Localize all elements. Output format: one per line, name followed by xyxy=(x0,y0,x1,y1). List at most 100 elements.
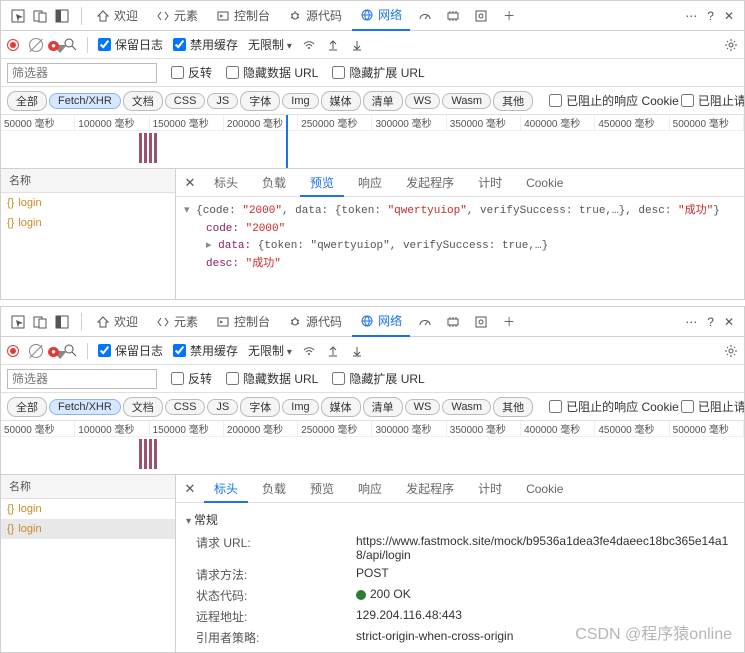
close-details-icon[interactable]: ✕ xyxy=(180,481,200,497)
tab-sources[interactable]: 源代码 xyxy=(280,307,350,337)
request-item[interactable]: {}login xyxy=(1,499,175,519)
tab-headers[interactable]: 标头 xyxy=(204,475,248,503)
clear-icon[interactable] xyxy=(29,38,43,52)
type-img[interactable]: Img xyxy=(282,93,318,109)
timeline-overview[interactable]: 50000 毫秒 100000 毫秒 150000 毫秒 200000 毫秒 2… xyxy=(1,421,744,475)
preserve-log-checkbox[interactable]: 保留日志 xyxy=(98,36,163,53)
type-js[interactable]: JS xyxy=(207,399,238,415)
preserve-log-checkbox[interactable]: 保留日志 xyxy=(98,342,163,359)
tab-initiator[interactable]: 发起程序 xyxy=(396,475,464,503)
tab-console[interactable]: 控制台 xyxy=(208,307,278,337)
type-wasm[interactable]: Wasm xyxy=(442,399,491,415)
request-item[interactable]: {}login xyxy=(1,193,175,213)
tab-welcome[interactable]: 欢迎 xyxy=(88,1,146,31)
type-all[interactable]: 全部 xyxy=(7,91,47,111)
tab-preview[interactable]: 预览 xyxy=(300,169,344,197)
type-manifest[interactable]: 清单 xyxy=(363,397,403,417)
plus-icon[interactable]: ＋ xyxy=(502,315,516,329)
close-icon[interactable]: ✕ xyxy=(724,9,734,23)
more-icon[interactable]: ⋯ xyxy=(685,315,697,329)
tab-cookies[interactable]: Cookie xyxy=(516,169,573,197)
blocked-req-checkbox[interactable]: 已阻止请求 xyxy=(681,398,744,415)
tab-payload[interactable]: 负载 xyxy=(252,169,296,197)
inspect-icon[interactable] xyxy=(11,9,25,23)
type-doc[interactable]: 文档 xyxy=(123,91,163,111)
hide-data-url-checkbox[interactable]: 隐藏数据 URL xyxy=(226,64,318,81)
invert-checkbox[interactable]: 反转 xyxy=(171,64,212,81)
tab-headers[interactable]: 标头 xyxy=(204,169,248,197)
performance-icon[interactable] xyxy=(418,9,432,23)
type-all[interactable]: 全部 xyxy=(7,397,47,417)
download-icon[interactable] xyxy=(350,344,364,358)
inspect-icon[interactable] xyxy=(11,315,25,329)
tab-cookies[interactable]: Cookie xyxy=(516,475,573,503)
tab-network[interactable]: 网络 xyxy=(352,307,410,337)
more-icon[interactable]: ⋯ xyxy=(685,9,697,23)
tab-response[interactable]: 响应 xyxy=(348,169,392,197)
dock-icon[interactable] xyxy=(55,315,69,329)
blocked-req-checkbox[interactable]: 已阻止请求 xyxy=(681,92,744,109)
type-css[interactable]: CSS xyxy=(165,93,206,109)
type-ws[interactable]: WS xyxy=(405,399,441,415)
tab-timing[interactable]: 计时 xyxy=(468,169,512,197)
download-icon[interactable] xyxy=(350,38,364,52)
tab-payload[interactable]: 负载 xyxy=(252,475,296,503)
type-fetch[interactable]: Fetch/XHR xyxy=(49,399,121,415)
record-icon[interactable] xyxy=(7,345,19,357)
wifi-icon[interactable] xyxy=(302,344,316,358)
help-icon[interactable]: ? xyxy=(707,9,714,23)
hide-ext-url-checkbox[interactable]: 隐藏扩展 URL xyxy=(332,370,424,387)
tab-elements[interactable]: 元素 xyxy=(148,307,206,337)
name-column-header[interactable]: 名称 xyxy=(1,169,175,193)
disable-cache-checkbox[interactable]: 禁用缓存 xyxy=(173,36,238,53)
record-icon[interactable] xyxy=(7,39,19,51)
throttling-select[interactable]: 无限制 xyxy=(248,36,292,53)
tab-response[interactable]: 响应 xyxy=(348,475,392,503)
type-manifest[interactable]: 清单 xyxy=(363,91,403,111)
settings-icon[interactable] xyxy=(724,344,738,358)
dock-icon[interactable] xyxy=(55,9,69,23)
invert-checkbox[interactable]: 反转 xyxy=(171,370,212,387)
type-font[interactable]: 字体 xyxy=(240,397,280,417)
name-column-header[interactable]: 名称 xyxy=(1,475,175,499)
help-icon[interactable]: ? xyxy=(707,315,714,329)
clear-icon[interactable] xyxy=(29,344,43,358)
tab-timing[interactable]: 计时 xyxy=(468,475,512,503)
disable-cache-checkbox[interactable]: 禁用缓存 xyxy=(173,342,238,359)
type-media[interactable]: 媒体 xyxy=(321,91,361,111)
blocked-cookies-checkbox[interactable]: 已阻止的响应 Cookie xyxy=(549,92,679,109)
request-item[interactable]: {}login xyxy=(1,213,175,233)
device-icon[interactable] xyxy=(33,315,47,329)
general-section[interactable]: 常规 xyxy=(176,507,744,532)
hide-ext-url-checkbox[interactable]: 隐藏扩展 URL xyxy=(332,64,424,81)
upload-icon[interactable] xyxy=(326,38,340,52)
timeline-overview[interactable]: 50000 毫秒 100000 毫秒 150000 毫秒 200000 毫秒 2… xyxy=(1,115,744,169)
device-icon[interactable] xyxy=(33,9,47,23)
close-details-icon[interactable]: ✕ xyxy=(180,175,200,191)
filter-input[interactable] xyxy=(7,369,157,389)
type-ws[interactable]: WS xyxy=(405,93,441,109)
type-wasm[interactable]: Wasm xyxy=(442,93,491,109)
close-icon[interactable]: ✕ xyxy=(724,315,734,329)
tab-welcome[interactable]: 欢迎 xyxy=(88,307,146,337)
tab-console[interactable]: 控制台 xyxy=(208,1,278,31)
tab-network[interactable]: 网络 xyxy=(352,1,410,31)
tab-preview[interactable]: 预览 xyxy=(300,475,344,503)
type-other[interactable]: 其他 xyxy=(493,91,533,111)
type-js[interactable]: JS xyxy=(207,93,238,109)
type-img[interactable]: Img xyxy=(282,399,318,415)
type-doc[interactable]: 文档 xyxy=(123,397,163,417)
tab-initiator[interactable]: 发起程序 xyxy=(396,169,464,197)
plus-icon[interactable]: ＋ xyxy=(502,9,516,23)
wifi-icon[interactable] xyxy=(302,38,316,52)
hide-data-url-checkbox[interactable]: 隐藏数据 URL xyxy=(226,370,318,387)
throttling-select[interactable]: 无限制 xyxy=(248,342,292,359)
tab-sources[interactable]: 源代码 xyxy=(280,1,350,31)
blocked-cookies-checkbox[interactable]: 已阻止的响应 Cookie xyxy=(549,398,679,415)
performance-icon[interactable] xyxy=(418,315,432,329)
upload-icon[interactable] xyxy=(326,344,340,358)
app-icon[interactable] xyxy=(474,315,488,329)
request-item[interactable]: {}login xyxy=(1,519,175,539)
app-icon[interactable] xyxy=(474,9,488,23)
memory-icon[interactable] xyxy=(446,9,460,23)
